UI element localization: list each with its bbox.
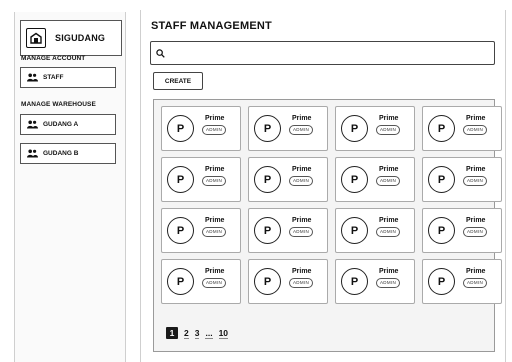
avatar: P: [428, 217, 455, 244]
staff-name: Prime: [205, 268, 225, 275]
avatar: P: [341, 268, 368, 295]
role-badge: ADMIN: [463, 227, 487, 237]
pagination-ellipsis: ...: [205, 327, 213, 339]
staff-card[interactable]: P Prime ADMIN: [161, 157, 241, 202]
avatar: P: [428, 268, 455, 295]
staff-name: Prime: [466, 115, 486, 122]
search-icon: [156, 48, 165, 58]
role-badge: ADMIN: [463, 176, 487, 186]
role-badge: ADMIN: [202, 227, 226, 237]
staff-name: Prime: [379, 115, 399, 122]
role-badge: ADMIN: [376, 278, 400, 288]
role-badge: ADMIN: [376, 227, 400, 237]
app-name: SIGUDANG: [55, 33, 106, 43]
users-icon: [27, 120, 38, 129]
staff-name: Prime: [292, 268, 312, 275]
avatar: P: [254, 217, 281, 244]
sidebar-item-label: GUDANG A: [43, 121, 79, 128]
section-label-manage-warehouse: MANAGE WAREHOUSE: [21, 101, 96, 108]
section-label-manage-account: MANAGE ACCOUNT: [21, 55, 86, 62]
avatar: P: [254, 268, 281, 295]
avatar: P: [167, 217, 194, 244]
role-badge: ADMIN: [289, 227, 313, 237]
staff-card[interactable]: P Prime ADMIN: [248, 259, 328, 304]
avatar: P: [428, 115, 455, 142]
staff-name: Prime: [292, 166, 312, 173]
page-button[interactable]: 2: [184, 328, 189, 339]
staff-name: Prime: [205, 166, 225, 173]
avatar: P: [167, 166, 194, 193]
staff-name: Prime: [205, 217, 225, 224]
page-button[interactable]: 3: [194, 328, 200, 339]
role-badge: ADMIN: [202, 176, 226, 186]
role-badge: ADMIN: [289, 176, 313, 186]
role-badge: ADMIN: [376, 176, 400, 186]
search-bar[interactable]: [150, 41, 495, 65]
staff-name: Prime: [292, 217, 312, 224]
staff-card[interactable]: P Prime ADMIN: [161, 106, 241, 151]
staff-card[interactable]: P Prime ADMIN: [161, 208, 241, 253]
sidebar-item-staff[interactable]: STAFF: [20, 67, 116, 88]
users-icon: [27, 149, 38, 158]
avatar: P: [167, 115, 194, 142]
users-icon: [27, 73, 38, 82]
staff-card[interactable]: P Prime ADMIN: [422, 259, 502, 304]
staff-card[interactable]: P Prime ADMIN: [335, 106, 415, 151]
staff-card[interactable]: P Prime ADMIN: [248, 106, 328, 151]
staff-name: Prime: [379, 166, 399, 173]
staff-card[interactable]: P Prime ADMIN: [422, 208, 502, 253]
staff-card[interactable]: P Prime ADMIN: [422, 106, 502, 151]
page-button[interactable]: 10: [218, 328, 229, 339]
staff-name: Prime: [466, 217, 486, 224]
staff-card[interactable]: P Prime ADMIN: [161, 259, 241, 304]
page-title: STAFF MANAGEMENT: [151, 20, 272, 32]
role-badge: ADMIN: [202, 278, 226, 288]
staff-name: Prime: [292, 115, 312, 122]
main-panel: STAFF MANAGEMENT CREATE 1 2 3... 10 P Prime A…: [140, 10, 506, 362]
staff-card[interactable]: P Prime ADMIN: [248, 157, 328, 202]
avatar: P: [341, 217, 368, 244]
avatar: P: [428, 166, 455, 193]
role-badge: ADMIN: [289, 125, 313, 135]
staff-card[interactable]: P Prime ADMIN: [422, 157, 502, 202]
staff-card[interactable]: P Prime ADMIN: [335, 259, 415, 304]
pagination: 1 2 3... 10: [166, 327, 234, 339]
role-badge: ADMIN: [289, 278, 313, 288]
staff-name: Prime: [205, 115, 225, 122]
warehouse-icon: [26, 28, 46, 48]
staff-name: Prime: [379, 268, 399, 275]
sidebar: SIGUDANG MANAGE ACCOUNT STAFF MANAGE WAR…: [14, 12, 126, 362]
sidebar-item-gudang-b[interactable]: GUDANG B: [20, 143, 116, 164]
staff-card[interactable]: P Prime ADMIN: [335, 157, 415, 202]
avatar: P: [341, 166, 368, 193]
search-input[interactable]: [169, 47, 493, 59]
app-logo[interactable]: SIGUDANG: [20, 20, 122, 56]
role-badge: ADMIN: [463, 125, 487, 135]
sidebar-item-label: STAFF: [43, 74, 64, 81]
avatar: P: [254, 166, 281, 193]
staff-card[interactable]: P Prime ADMIN: [248, 208, 328, 253]
role-badge: ADMIN: [376, 125, 400, 135]
avatar: P: [341, 115, 368, 142]
avatar: P: [167, 268, 194, 295]
staff-name: Prime: [466, 166, 486, 173]
staff-card[interactable]: P Prime ADMIN: [335, 208, 415, 253]
role-badge: ADMIN: [463, 278, 487, 288]
staff-grid: 1 2 3... 10 P Prime ADMIN P Prime ADMIN P Prime ADM…: [153, 99, 502, 352]
create-button[interactable]: CREATE: [153, 72, 203, 90]
staff-name: Prime: [466, 268, 486, 275]
sidebar-item-gudang-a[interactable]: GUDANG A: [20, 114, 116, 135]
sidebar-item-label: GUDANG B: [43, 150, 79, 157]
page-button[interactable]: 1: [166, 327, 178, 339]
role-badge: ADMIN: [202, 125, 226, 135]
avatar: P: [254, 115, 281, 142]
staff-name: Prime: [379, 217, 399, 224]
